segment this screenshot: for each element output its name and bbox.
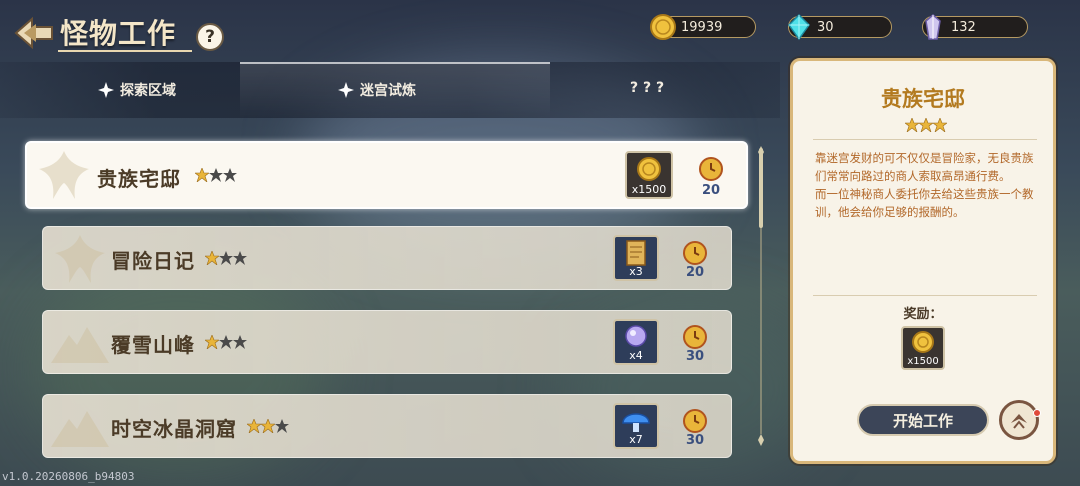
emblem-icon: [55, 235, 105, 283]
title-underline: [58, 50, 192, 52]
sparkle-icon: [98, 82, 114, 98]
chevron-up-icon: [1011, 414, 1027, 429]
reward-quantity: x3: [629, 265, 643, 278]
star-filled-icon: [205, 251, 219, 265]
tab-explore-area[interactable]: 探索区域: [98, 80, 176, 100]
reward-quantity: x1500: [907, 356, 939, 367]
mountain-emblem-icon: [51, 327, 109, 363]
currency-gold-value: 19939: [681, 19, 723, 35]
star-filled-icon: [195, 168, 209, 182]
duration-value: 20: [685, 265, 705, 280]
detail-star-rating: [905, 118, 947, 132]
currency-cyan-value: 30: [817, 19, 834, 35]
quest-item-snow-peak[interactable]: 覆雪山峰 x4 30: [42, 310, 732, 374]
quest-item-ice-crystal-cave[interactable]: 时空冰晶洞窟 x7 30: [42, 394, 732, 458]
quest-item-noble-mansion[interactable]: 贵族宅邸 x1500 20: [25, 141, 748, 209]
gold-coin-icon: [912, 331, 934, 353]
tab-maze-trial[interactable]: 迷宫试炼: [338, 80, 416, 100]
purple-crystal-icon: [925, 14, 941, 40]
duration-value: 30: [685, 433, 705, 448]
detail-reward-item[interactable]: x1500: [901, 326, 945, 370]
tab-label: 探索区域: [120, 83, 176, 99]
mountain-emblem-icon: [51, 411, 109, 447]
back-arrow-icon: [14, 16, 53, 50]
quest-name: 时空冰晶洞窟: [111, 417, 237, 441]
clock-icon: [683, 409, 707, 433]
duration-value: 30: [685, 349, 705, 364]
star-empty-icon: [233, 335, 247, 349]
star-empty-icon: [223, 168, 237, 182]
star-filled-icon: [933, 118, 947, 132]
scrollbar-thumb[interactable]: [759, 148, 763, 228]
back-button[interactable]: [12, 14, 56, 52]
gold-coin-icon: [637, 157, 661, 181]
star-empty-icon: [275, 419, 289, 433]
description-paragraph: 靠迷宫发财的可不仅仅是冒险家，无良贵族们常常向路过的商人索取高昂通行费。: [815, 151, 1034, 183]
tab-label: ? ? ?: [630, 80, 665, 96]
clock-icon: [683, 241, 707, 265]
version-label: v1.0.20260806_b94803: [2, 470, 135, 483]
star-rating: [205, 251, 247, 265]
sparkle-icon: [338, 82, 354, 98]
duration-value: 20: [701, 183, 721, 198]
star-empty-icon: [219, 251, 233, 265]
reward-quantity: x1500: [631, 183, 667, 196]
divider: [813, 139, 1037, 140]
quest-name: 冒险日记: [111, 249, 195, 273]
star-empty-icon: [233, 251, 247, 265]
star-empty-icon: [219, 335, 233, 349]
reward-item[interactable]: x3: [613, 235, 659, 281]
detail-title: 贵族宅邸: [881, 87, 965, 111]
reward-quantity: x7: [629, 433, 643, 446]
gold-coin-icon: [650, 14, 676, 40]
help-button[interactable]: ?: [196, 23, 224, 51]
tab-label: 迷宫试炼: [360, 83, 416, 99]
reward-label: 奖励：: [903, 307, 943, 322]
star-filled-icon: [205, 335, 219, 349]
quest-name: 贵族宅邸: [97, 167, 181, 191]
reward-item[interactable]: x7: [613, 403, 659, 449]
star-filled-icon: [905, 118, 919, 132]
tab-unknown[interactable]: ? ? ?: [630, 80, 664, 96]
reward-item[interactable]: x1500: [625, 151, 673, 199]
description-paragraph: 而一位神秘商人委托你去给这些贵族一个教训，他会给你足够的报酬的。: [815, 187, 1034, 219]
star-filled-icon: [261, 419, 275, 433]
start-work-button[interactable]: 开始工作: [857, 404, 989, 436]
currency-gold: 19939: [650, 14, 756, 40]
currency-cyan: 30: [788, 13, 892, 41]
star-rating: [247, 419, 289, 433]
detail-description: 靠迷宫发财的可不仅仅是冒险家，无良贵族们常常向路过的商人索取高昂通行费。 而一位…: [815, 149, 1037, 221]
notification-dot: [1033, 409, 1041, 417]
star-filled-icon: [247, 419, 261, 433]
clock-icon: [699, 157, 723, 181]
quest-item-adventure-diary[interactable]: 冒险日记 x3 20: [42, 226, 732, 290]
star-rating: [205, 335, 247, 349]
currency-purple: 132: [922, 14, 1028, 40]
page-title: 怪物工作: [60, 17, 177, 50]
clock-icon: [683, 325, 707, 349]
emblem-icon: [39, 151, 89, 199]
star-empty-icon: [209, 168, 223, 182]
star-filled-icon: [919, 118, 933, 132]
divider: [813, 295, 1037, 296]
menu-button[interactable]: [999, 400, 1039, 440]
cyan-crystal-icon: [788, 13, 810, 41]
star-rating: [195, 168, 237, 182]
quest-name: 覆雪山峰: [111, 333, 195, 357]
quest-detail-panel: 贵族宅邸 靠迷宫发财的可不仅仅是冒险家，无良贵族们常常向路过的商人索取高昂通行费…: [790, 58, 1056, 464]
reward-quantity: x4: [629, 349, 643, 362]
currency-purple-value: 132: [951, 19, 976, 35]
reward-item[interactable]: x4: [613, 319, 659, 365]
